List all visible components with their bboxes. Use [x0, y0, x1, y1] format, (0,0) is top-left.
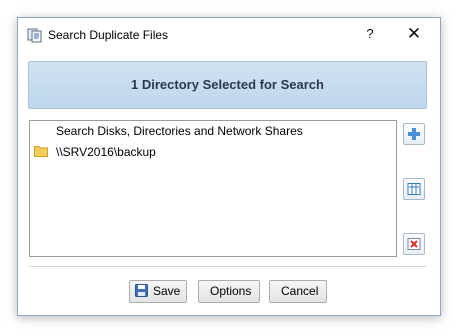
selection-banner: 1 Directory Selected for Search — [28, 61, 427, 109]
title-bar: Search Duplicate Files ? ✕ — [18, 18, 440, 52]
save-label: Save — [153, 284, 181, 298]
footer-separator — [29, 266, 426, 267]
list-header-row: Search Disks, Directories and Network Sh… — [30, 121, 396, 141]
properties-button[interactable] — [403, 178, 425, 200]
options-label: Options — [210, 284, 252, 298]
cancel-label: Cancel — [281, 284, 319, 298]
options-button[interactable]: Options — [198, 280, 260, 303]
add-directory-button[interactable] — [403, 123, 425, 145]
list-item-label: \\SRV2016\backup — [56, 145, 156, 159]
save-button[interactable]: Save — [129, 280, 187, 303]
help-button[interactable]: ? — [359, 21, 381, 47]
window-title: Search Duplicate Files — [48, 28, 169, 42]
cancel-button[interactable]: Cancel — [269, 280, 327, 303]
banner-text: 1 Directory Selected for Search — [131, 77, 324, 92]
app-icon — [27, 28, 42, 43]
list-item[interactable]: \\SRV2016\backup — [30, 142, 396, 162]
remove-button[interactable] — [403, 233, 425, 255]
folder-icon — [34, 146, 48, 157]
save-icon — [135, 284, 148, 297]
search-duplicate-files-dialog: Search Duplicate Files ? ✕ 1 Directory S… — [17, 17, 441, 316]
list-header-text: Search Disks, Directories and Network Sh… — [56, 124, 303, 138]
plus-icon — [408, 128, 420, 140]
columns-icon — [407, 183, 421, 195]
remove-icon — [407, 238, 421, 250]
directory-list[interactable]: Search Disks, Directories and Network Sh… — [29, 120, 397, 257]
close-button[interactable]: ✕ — [401, 21, 427, 47]
